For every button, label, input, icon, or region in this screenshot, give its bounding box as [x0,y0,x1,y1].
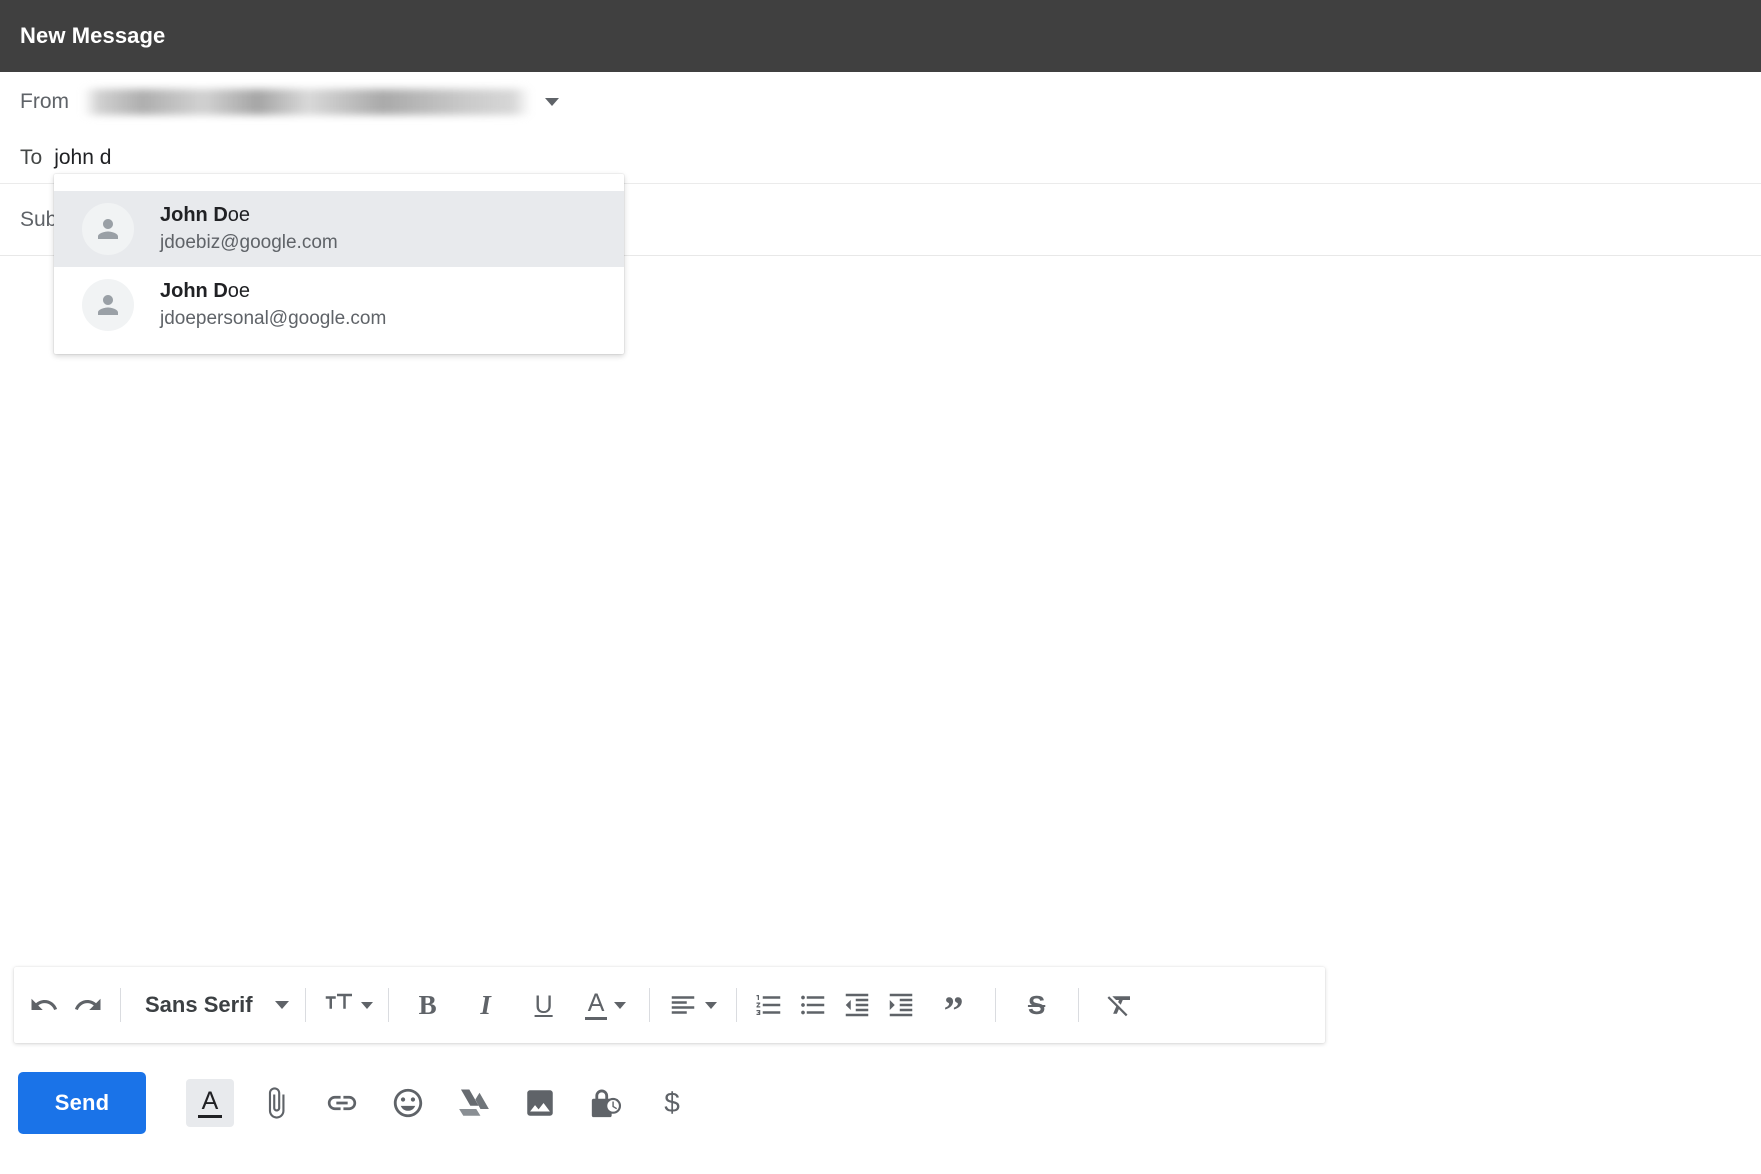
from-row[interactable]: From [0,72,1761,132]
formatting-options-icon[interactable]: A [186,1079,234,1127]
strikethrough-label: S [1027,989,1046,1020]
font-size-selector[interactable] [316,981,378,1029]
list-item[interactable]: John Doe jdoepersonal@google.com [54,267,624,343]
italic-button[interactable]: I [457,981,515,1029]
insert-photo-icon[interactable] [516,1079,564,1127]
list-item[interactable]: John Doe jdoebiz@google.com [54,191,624,267]
contact-email: jdoebiz@google.com [160,232,338,253]
list-item-text: John Doe jdoepersonal@google.com [160,278,386,332]
from-address-redacted [83,89,531,115]
underline-button[interactable]: U [515,981,573,1029]
page-title: New Message [20,23,166,48]
chevron-down-icon [361,1001,374,1009]
recipient-suggestions-popup: John Doe jdoebiz@google.com John Doe jdo… [54,174,624,354]
toolbar-divider [735,988,737,1022]
toolbar-divider [304,988,306,1022]
undo-icon[interactable] [22,981,66,1029]
text-color-button[interactable]: A [573,981,639,1029]
attach-file-icon[interactable] [252,1079,300,1127]
person-avatar-icon [82,203,134,255]
underline-label: U [534,990,553,1019]
chevron-down-icon [614,1001,627,1009]
insert-drive-icon[interactable] [450,1079,498,1127]
indent-decrease-icon[interactable] [835,981,879,1029]
contact-name: John Doe [160,278,386,304]
indent-increase-icon[interactable] [879,981,923,1029]
send-button-label: Send [54,1090,110,1115]
insert-money-label: $ [664,1087,680,1118]
align-button[interactable] [660,981,726,1029]
formatting-options-underline [198,1114,222,1118]
send-button[interactable]: Send [18,1072,146,1134]
font-family-value: Sans Serif [145,992,253,1017]
toolbar-divider [387,988,389,1022]
contact-name-rest: oe [227,204,251,226]
contact-name: John Doe [160,202,338,228]
insert-emoji-icon[interactable] [384,1079,432,1127]
list-item-text: John Doe jdoebiz@google.com [160,202,338,256]
quote-button[interactable]: ” [923,981,985,1031]
redo-icon[interactable] [66,981,110,1029]
strikethrough-button[interactable]: S [1006,981,1068,1029]
text-color-label: A [587,988,605,1017]
formatting-toolbar: Sans Serif B I U A ” S [14,967,1325,1043]
insert-link-icon[interactable] [318,1079,366,1127]
to-label: To [20,145,43,169]
remove-formatting-icon[interactable] [1089,981,1151,1029]
toolbar-divider [994,988,996,1022]
bold-button[interactable]: B [399,981,457,1029]
italic-label: I [480,989,491,1020]
from-label: From [20,90,69,113]
contact-name-match: John D [160,204,228,226]
insert-money-icon[interactable]: $ [648,1079,696,1127]
person-avatar-icon [82,279,134,331]
bulleted-list-icon[interactable] [791,981,835,1029]
contact-name-rest: oe [227,280,251,302]
toolbar-divider [1077,988,1079,1022]
to-input[interactable]: john d [54,146,111,170]
chevron-down-icon[interactable] [545,98,559,106]
compose-window-header: New Message [0,0,1761,72]
text-color-underline [585,1016,608,1020]
chevron-down-icon [274,1001,289,1009]
text-color-icon: A [585,988,608,1020]
formatting-options-label: A [201,1086,219,1115]
numbered-list-icon[interactable] [747,981,791,1029]
contact-name-match: John D [160,280,228,302]
formatting-options-glyph: A [198,1086,222,1118]
toolbar-divider [648,988,650,1022]
contact-email: jdoepersonal@google.com [160,308,387,329]
compose-action-bar: Send A $ [18,1072,696,1134]
bold-label: B [418,989,437,1020]
chevron-down-icon [705,1001,718,1009]
confidential-mode-icon[interactable] [582,1079,630,1127]
font-family-selector[interactable]: Sans Serif [131,981,295,1029]
toolbar-divider [120,988,121,1022]
